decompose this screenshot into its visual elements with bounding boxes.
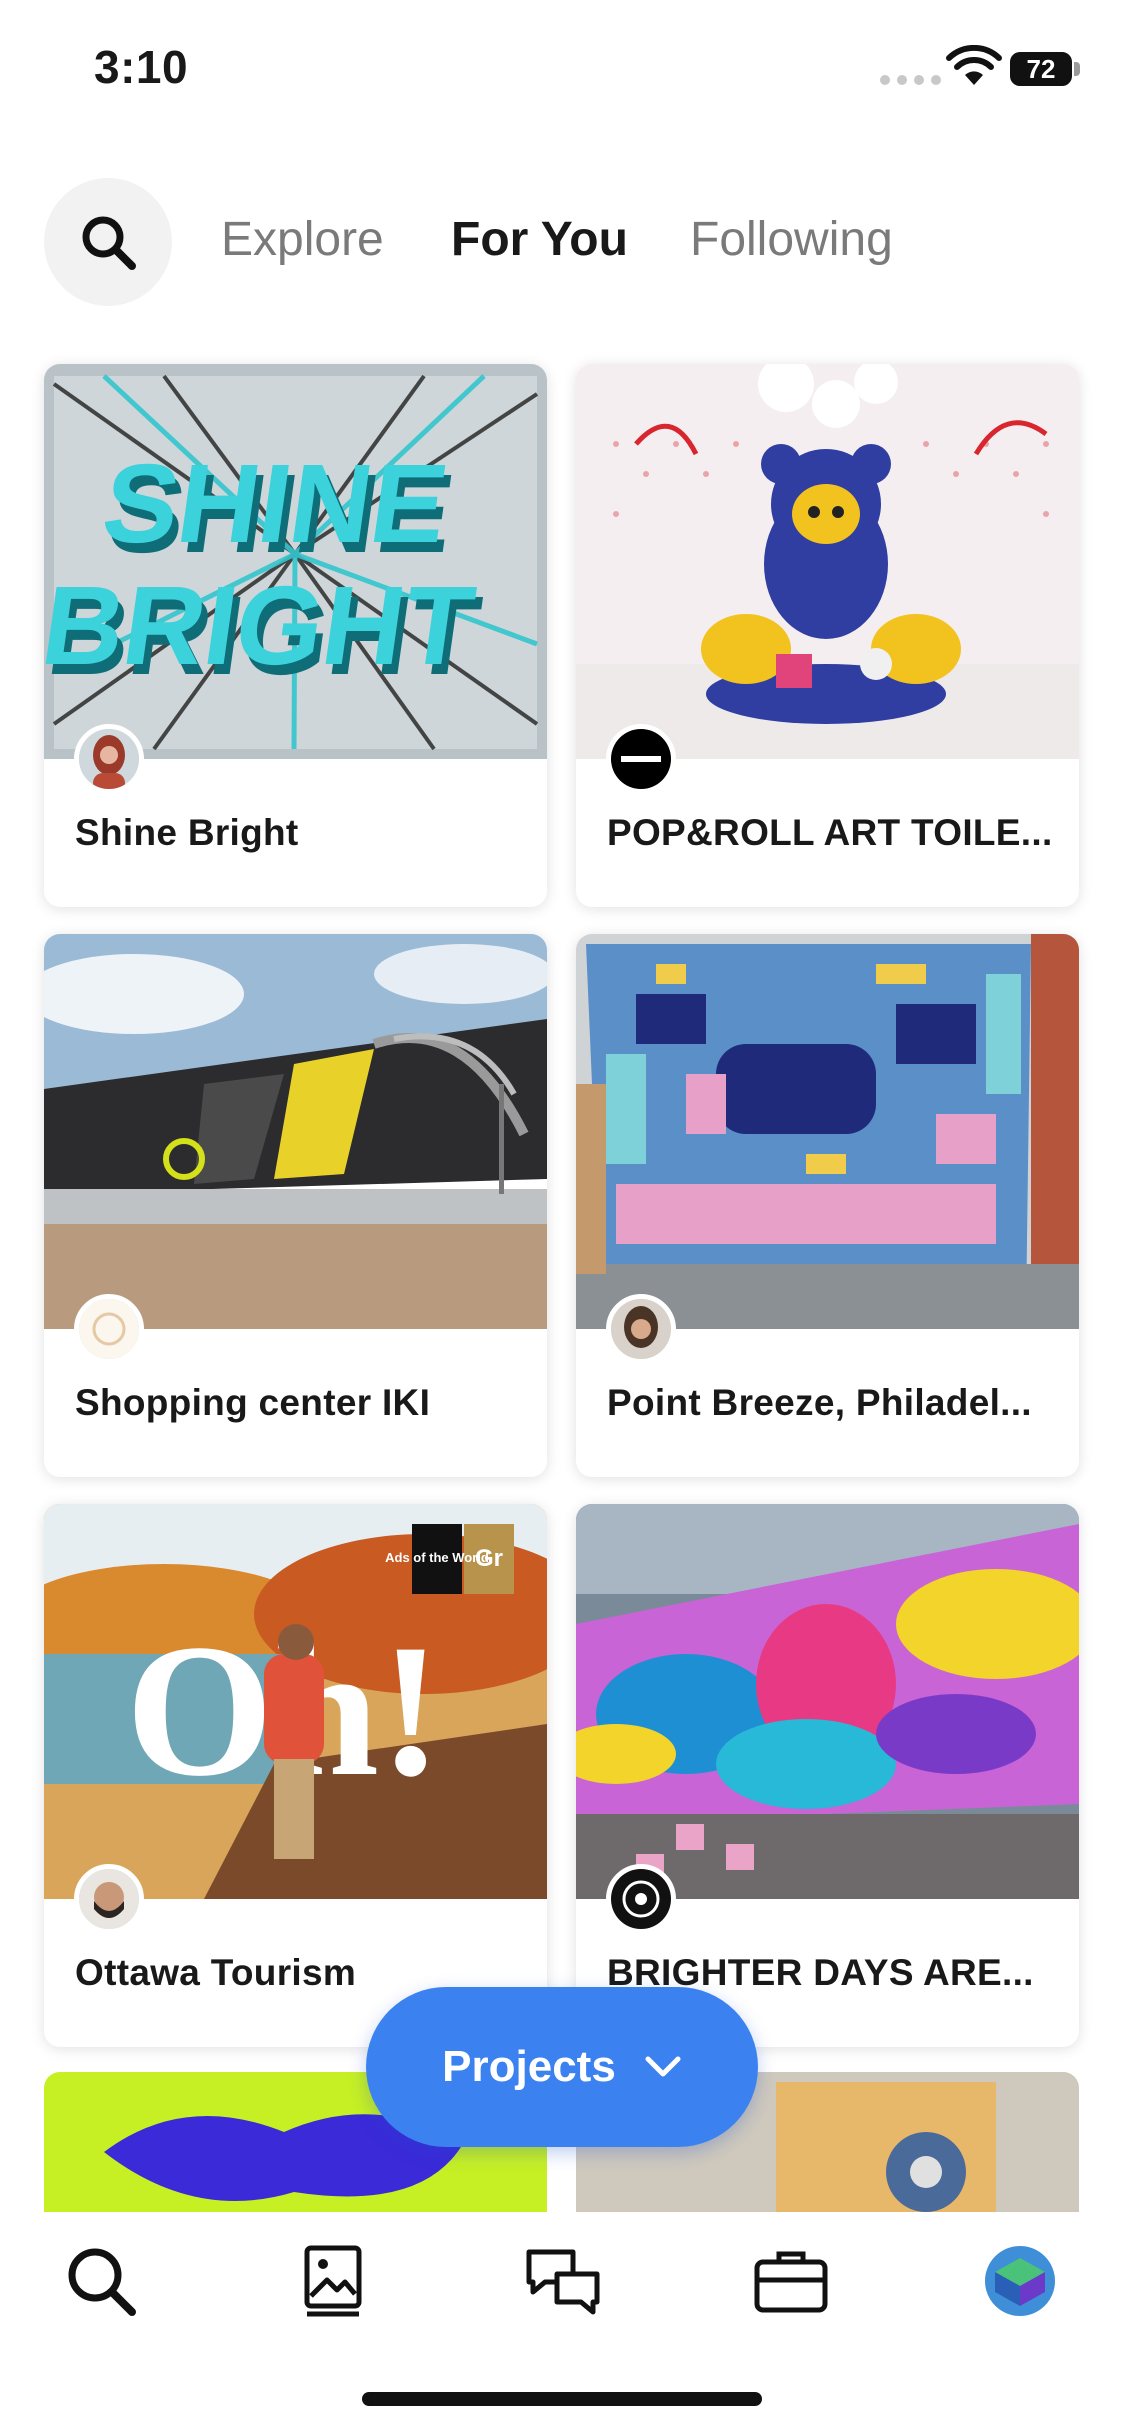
project-thumbnail: SHINE SHINE BRIGHT BRIGHT [44, 364, 547, 759]
battery-tip [1074, 62, 1080, 76]
svg-text:Gr: Gr [475, 1545, 503, 1572]
tab-profile[interactable] [975, 2236, 1065, 2326]
project-thumbnail [44, 934, 547, 1329]
search-button[interactable] [44, 178, 172, 306]
home-indicator [362, 2392, 762, 2406]
chevron-down-icon [645, 2056, 681, 2077]
project-thumbnail [576, 934, 1079, 1329]
battery-level: 72 [1026, 54, 1056, 84]
project-title: POP&ROLL ART TOILE... [607, 812, 1053, 853]
status-bar: 3:10 72 [0, 0, 1125, 140]
tab-discover[interactable] [56, 2236, 146, 2326]
projects-filter-button[interactable]: Projects [366, 1987, 758, 2147]
avatar[interactable] [606, 1864, 676, 1934]
project-card[interactable]: SHINE SHINE BRIGHT BRIGHT Shine Bright [44, 364, 547, 907]
project-title: Point Breeze, Philadel... [607, 1382, 1032, 1423]
projects-label: Projects [442, 2042, 616, 2091]
tab-following[interactable]: Following [690, 212, 893, 267]
status-time: 3:10 [94, 41, 189, 93]
svg-text:BRIGHT: BRIGHT [44, 563, 482, 688]
cellular-signal-icon [880, 75, 941, 85]
battery-icon: 72 [1010, 52, 1072, 86]
svg-text:Ads of the World: Ads of the World [385, 1550, 489, 1565]
project-title: Shine Bright [75, 812, 299, 853]
project-card[interactable]: POP&ROLL ART TOILE... [576, 364, 1079, 907]
tab-gallery[interactable] [288, 2236, 378, 2326]
project-card[interactable]: Oh! Ads of the World Gr Ottawa Tourism [44, 1504, 547, 2047]
briefcase-icon [754, 2251, 828, 2313]
image-gallery-icon [304, 2245, 362, 2317]
project-thumbnail: Oh! Ads of the World Gr [44, 1504, 547, 1899]
project-card[interactable]: Shopping center IKI [44, 934, 547, 1477]
wifi-icon [946, 45, 1002, 85]
project-thumbnail [576, 364, 1079, 759]
project-thumbnail [576, 1504, 1079, 1899]
avatar[interactable] [606, 1294, 676, 1364]
project-card[interactable]: BRIGHTER DAYS ARE... [576, 1504, 1079, 2047]
svg-text:SHINE: SHINE [95, 440, 455, 565]
avatar[interactable] [74, 724, 144, 794]
tab-for-you[interactable]: For You [451, 212, 628, 267]
search-icon [82, 216, 136, 270]
tab-explore[interactable]: Explore [221, 212, 384, 267]
tab-messages[interactable] [518, 2236, 608, 2326]
search-icon [68, 2248, 136, 2316]
project-title: Shopping center IKI [75, 1382, 431, 1423]
project-card[interactable]: Point Breeze, Philadel... [576, 934, 1079, 1477]
tab-jobs[interactable] [746, 2236, 836, 2326]
avatar[interactable] [606, 724, 676, 794]
chat-bubbles-icon [526, 2249, 600, 2315]
avatar[interactable] [74, 1864, 144, 1934]
profile-avatar [985, 2246, 1055, 2316]
avatar[interactable] [74, 1294, 144, 1364]
